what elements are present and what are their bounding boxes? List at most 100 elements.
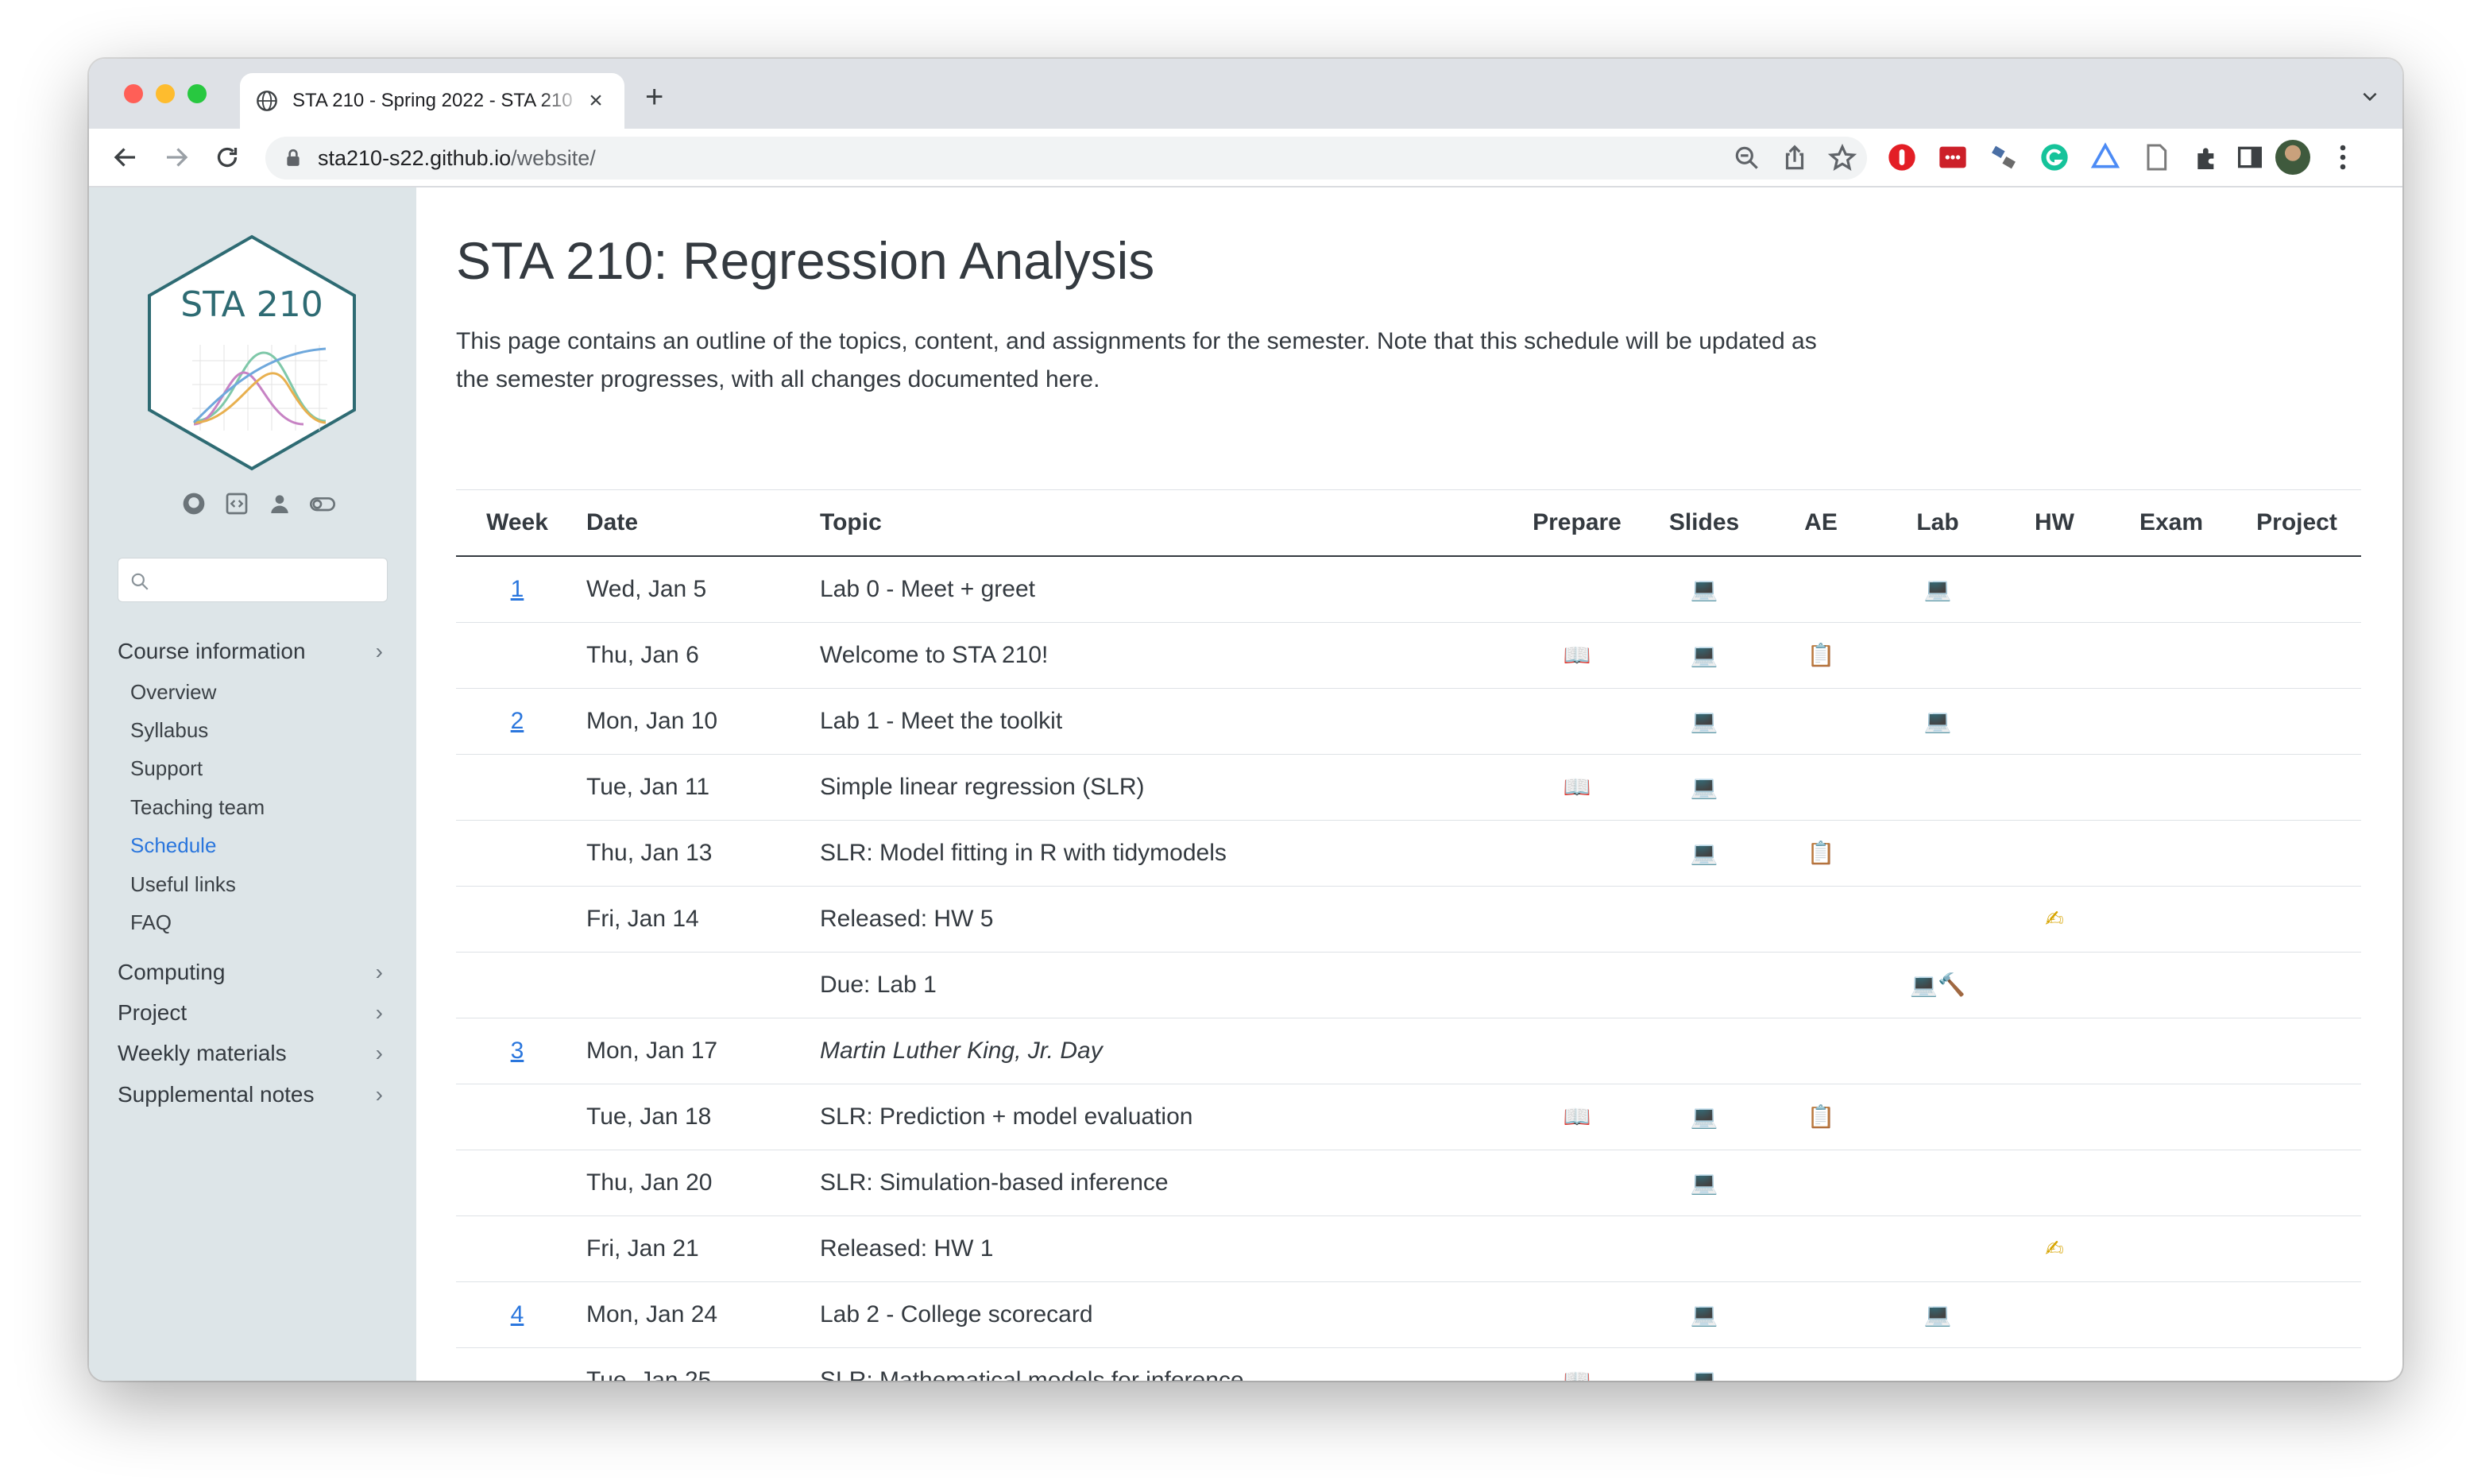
sidebar-item-syllabus[interactable]: Syllabus: [130, 718, 208, 743]
column-header-topic: Topic: [812, 489, 1511, 557]
close-window-button[interactable]: [124, 84, 143, 103]
week-link[interactable]: 2: [511, 708, 524, 734]
week-link[interactable]: 3: [511, 1038, 524, 1064]
exam-cell: [2110, 688, 2232, 755]
week-cell: 2: [456, 688, 578, 755]
social-links: [181, 491, 335, 516]
sidebar-item-schedule[interactable]: Schedule: [130, 833, 216, 858]
toggle-icon[interactable]: [310, 491, 335, 516]
ae-cell: [1765, 886, 1877, 953]
laptop-icon[interactable]: 💻: [1691, 708, 1718, 734]
adblock-extension-icon[interactable]: [1886, 141, 1918, 173]
sidebar-search[interactable]: [118, 558, 388, 602]
maximize-window-button[interactable]: [187, 84, 207, 103]
clipboard-icon[interactable]: 📋: [1807, 642, 1835, 668]
new-tab-button[interactable]: +: [645, 81, 663, 113]
column-header-prepare: Prepare: [1511, 489, 1643, 557]
prepare-cell: [1511, 1150, 1643, 1216]
profile-avatar[interactable]: [2275, 140, 2310, 175]
lab-cell: 💻🔨: [1877, 952, 1999, 1018]
chevron-right-icon[interactable]: ›: [376, 639, 383, 664]
slides-cell: [1643, 886, 1765, 953]
browser-tab[interactable]: STA 210 - Spring 2022 - STA 210 ×: [240, 73, 624, 129]
minimize-window-button[interactable]: [156, 84, 175, 103]
laptop-icon[interactable]: 💻: [1691, 840, 1718, 866]
bookmark-star-icon[interactable]: [1827, 143, 1857, 173]
prepare-cell: [1511, 952, 1643, 1018]
writing-hand-icon[interactable]: ✍: [2045, 906, 2063, 932]
hw-cell: [1999, 1281, 2110, 1348]
prepare-cell: 📖: [1511, 754, 1643, 821]
chevron-right-icon[interactable]: ›: [376, 1082, 383, 1107]
zoom-icon[interactable]: [1732, 143, 1762, 173]
chevron-right-icon[interactable]: ›: [376, 1000, 383, 1026]
laptop-icon[interactable]: 💻: [1691, 1103, 1718, 1130]
week-link[interactable]: 4: [511, 1301, 524, 1327]
sidebar-section-computing[interactable]: Computing ›: [118, 956, 388, 988]
sidebar-section-supplemental-notes[interactable]: Supplemental notes ›: [118, 1079, 388, 1111]
laptop-hammer-icon[interactable]: 💻🔨: [1910, 972, 1965, 998]
hw-cell: [1999, 1084, 2110, 1150]
address-bar[interactable]: sta210-s22.github.io/website/: [265, 137, 1867, 180]
book-icon[interactable]: 📖: [1563, 774, 1591, 800]
exam-cell: [2110, 886, 2232, 953]
chevron-down-icon[interactable]: [2360, 86, 2380, 106]
slides-cell: 💻: [1643, 1347, 1765, 1381]
sidebar-section-weekly-materials[interactable]: Weekly materials ›: [118, 1038, 388, 1069]
week-link[interactable]: 1: [511, 576, 524, 602]
topic-cell: Lab 1 - Meet the toolkit: [812, 688, 1511, 755]
document-extension-icon[interactable]: [2140, 141, 2172, 173]
chevron-right-icon[interactable]: ›: [376, 960, 383, 985]
person-icon[interactable]: [267, 491, 292, 516]
code-box-icon[interactable]: [224, 491, 249, 516]
lastpass-extension-icon[interactable]: [1937, 141, 1969, 173]
topic-cell: Lab 0 - Meet + greet: [812, 556, 1511, 623]
clipboard-icon[interactable]: 📋: [1807, 1103, 1835, 1130]
laptop-icon[interactable]: 💻: [1691, 774, 1718, 800]
laptop-icon[interactable]: 💻: [1691, 1169, 1718, 1196]
sidebar-item-teaching-team[interactable]: Teaching team: [130, 795, 265, 820]
course-logo[interactable]: STA 210: [145, 234, 359, 472]
date-cell: [578, 952, 812, 1018]
sidebar-item-support[interactable]: Support: [130, 756, 203, 781]
book-icon[interactable]: 📖: [1563, 642, 1591, 668]
drive-extension-icon[interactable]: [2089, 141, 2121, 173]
book-icon[interactable]: 📖: [1563, 1103, 1591, 1130]
github-icon[interactable]: [181, 491, 207, 516]
share-icon[interactable]: [1780, 143, 1810, 173]
laptop-icon[interactable]: 💻: [1691, 1367, 1718, 1382]
chevron-right-icon[interactable]: ›: [376, 1041, 383, 1066]
clipboard-icon[interactable]: 📋: [1807, 840, 1835, 866]
laptop-icon[interactable]: 💻: [1924, 576, 1952, 602]
sidebar-section-course-information[interactable]: Course information ›: [118, 636, 388, 667]
writing-hand-icon[interactable]: ✍: [2045, 1235, 2063, 1262]
slides-cell: [1643, 1215, 1765, 1282]
satellite-extension-icon[interactable]: [1988, 141, 2020, 173]
book-icon[interactable]: 📖: [1563, 1367, 1591, 1382]
laptop-icon[interactable]: 💻: [1691, 1301, 1718, 1327]
more-menu-icon[interactable]: [2337, 143, 2348, 172]
sidebar-item-faq[interactable]: FAQ: [130, 910, 172, 935]
laptop-icon[interactable]: 💻: [1691, 576, 1718, 602]
laptop-icon[interactable]: 💻: [1691, 642, 1718, 668]
reload-icon[interactable]: [213, 143, 242, 172]
sidebar-section-project[interactable]: Project ›: [118, 997, 388, 1029]
topic-cell: Simple linear regression (SLR): [812, 754, 1511, 821]
laptop-icon[interactable]: 💻: [1924, 1301, 1952, 1327]
sidebar-item-overview[interactable]: Overview: [130, 680, 216, 705]
ae-cell: [1765, 1215, 1877, 1282]
lab-cell: [1877, 754, 1999, 821]
project-cell: [2232, 952, 2361, 1018]
puzzle-extensions-icon[interactable]: [2191, 141, 2223, 173]
laptop-icon[interactable]: 💻: [1924, 708, 1952, 734]
date-cell: Tue, Jan 18: [578, 1084, 812, 1150]
tab-close-icon[interactable]: ×: [583, 87, 609, 114]
back-arrow-icon[interactable]: [111, 143, 140, 172]
side-panel-icon[interactable]: [2234, 141, 2266, 173]
grammarly-extension-icon[interactable]: [2039, 141, 2070, 173]
sidebar-item-useful-links[interactable]: Useful links: [130, 872, 236, 897]
search-input[interactable]: [158, 565, 381, 597]
slides-cell: 💻: [1643, 622, 1765, 689]
forward-arrow-icon[interactable]: [162, 143, 191, 172]
schedule-body: 1 Wed, Jan 5 Lab 0 - Meet + greet 💻 💻 Thu, Ja…: [456, 556, 2361, 1381]
